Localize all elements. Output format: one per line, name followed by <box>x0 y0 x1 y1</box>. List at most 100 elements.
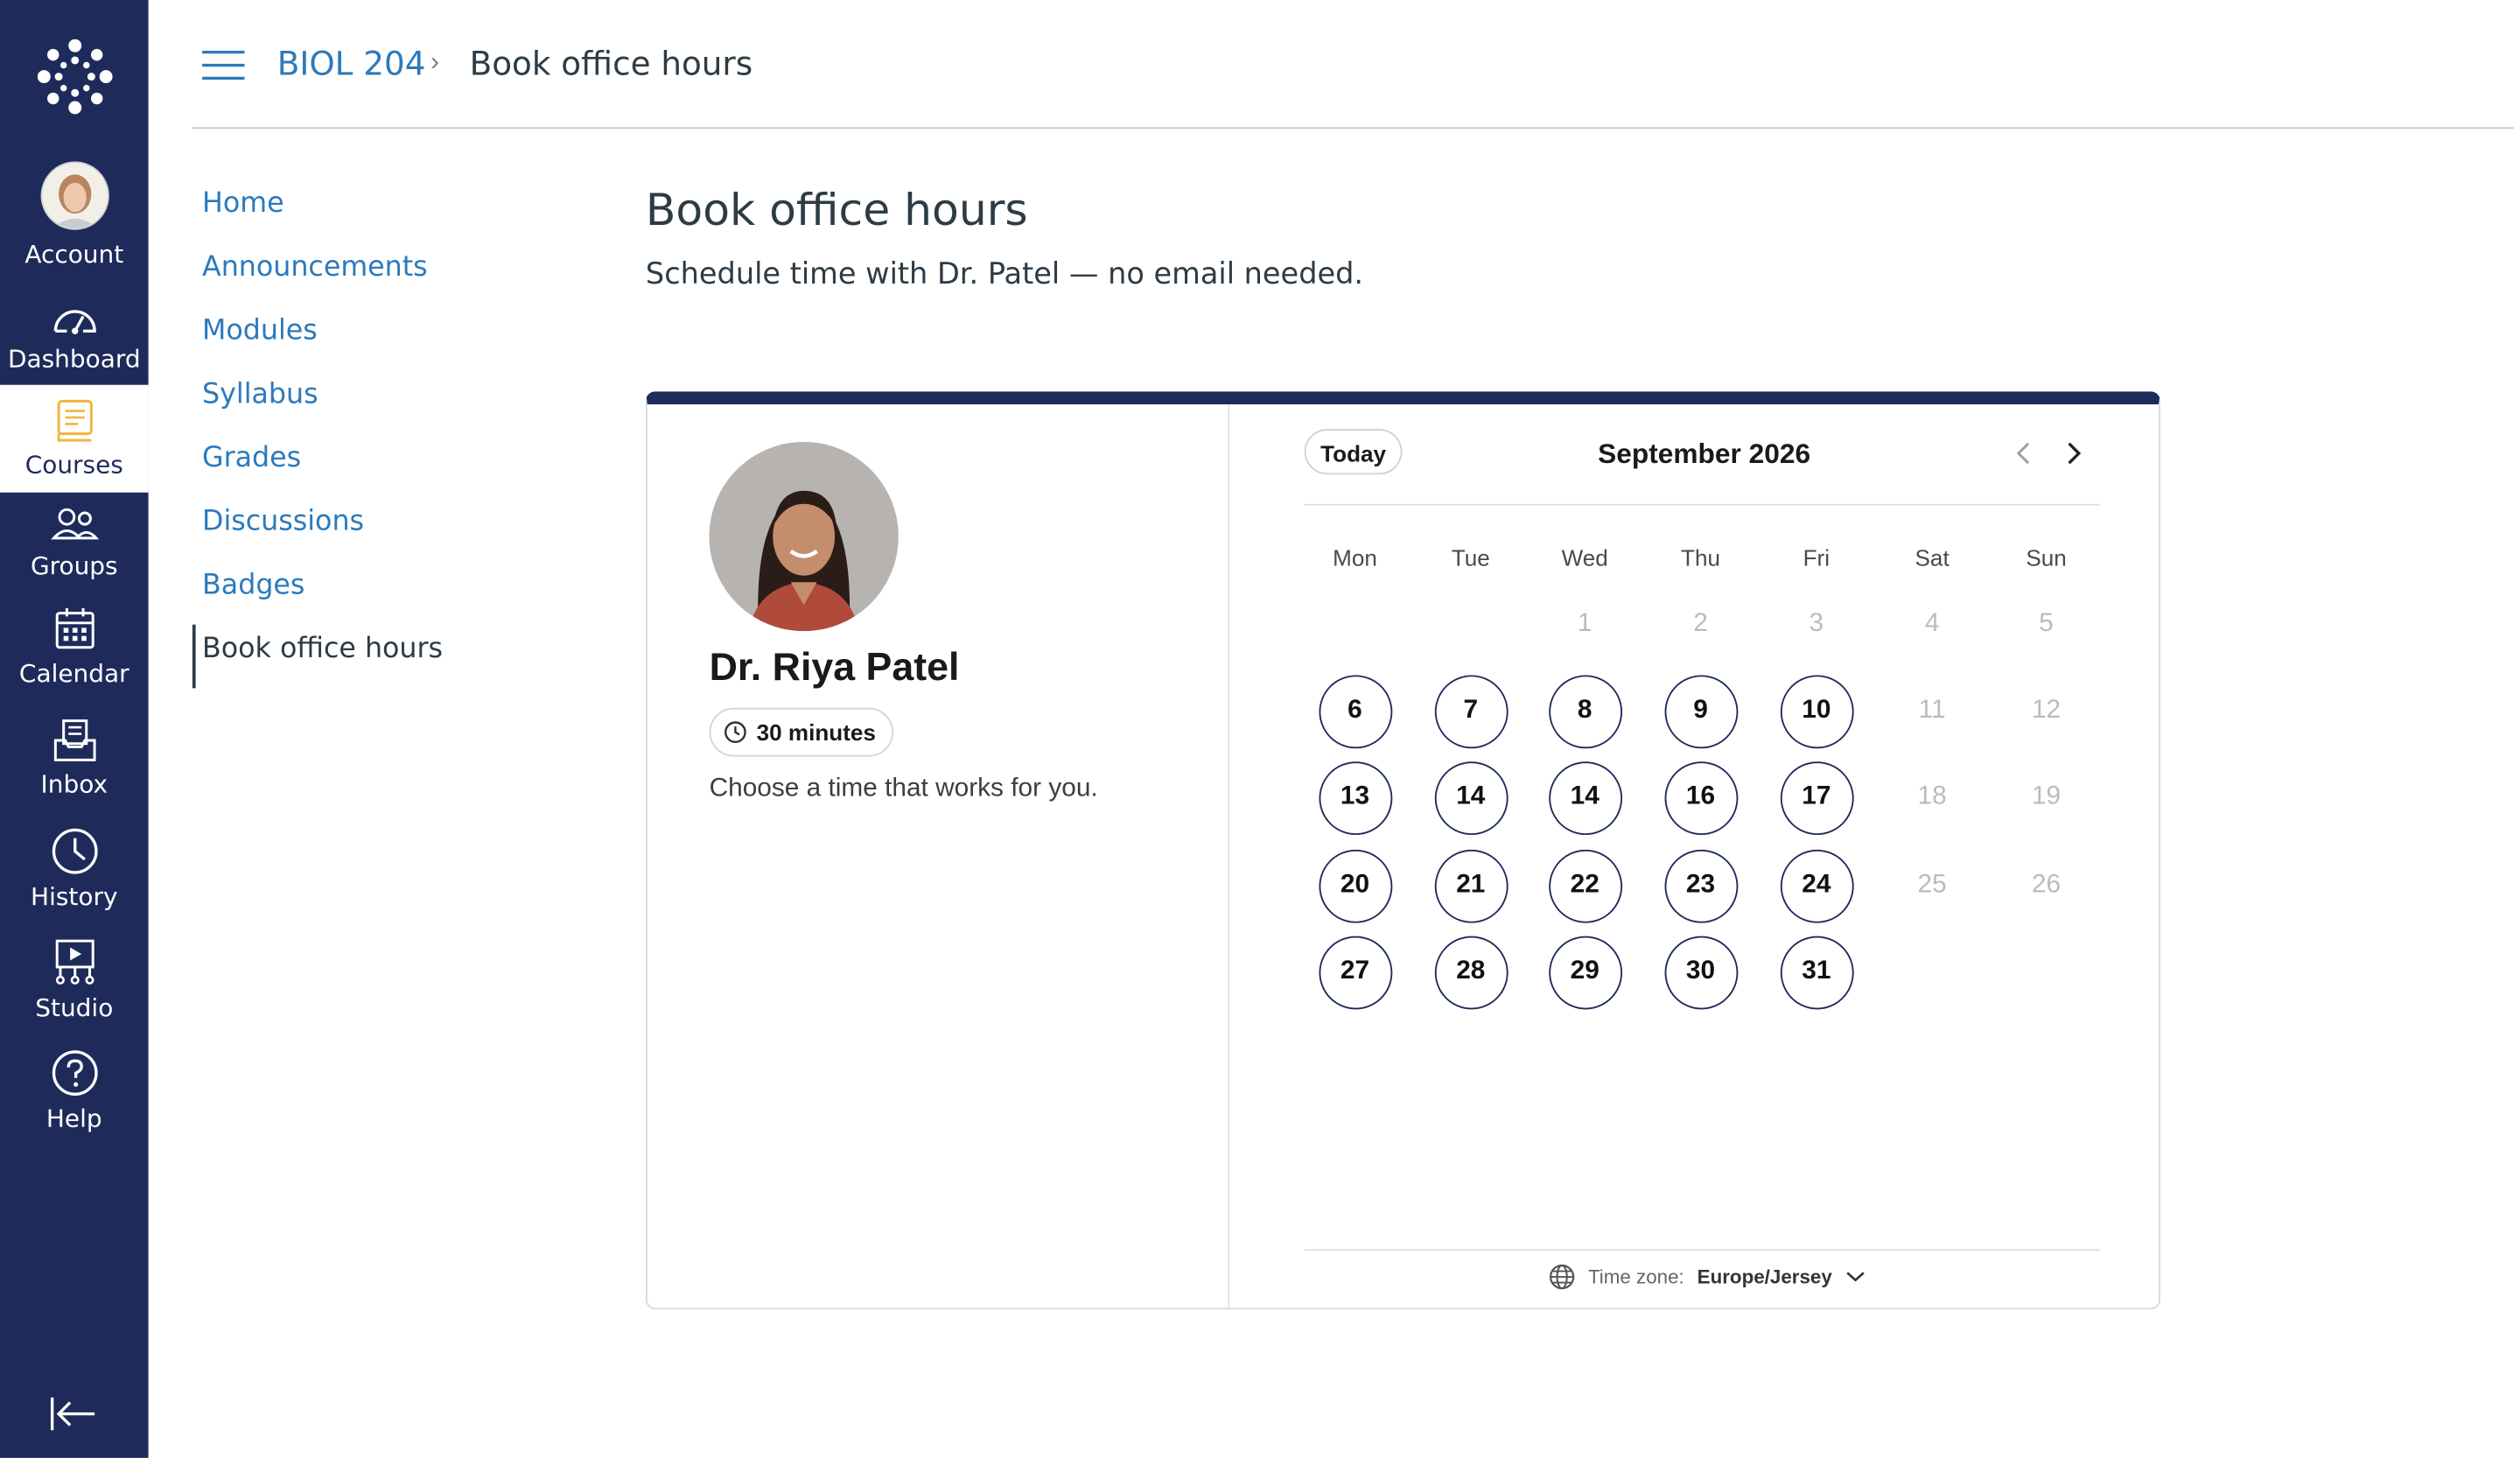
groups-icon <box>50 508 99 540</box>
calendar-day-available[interactable]: 14 <box>1548 761 1622 835</box>
calendar-day-available[interactable]: 28 <box>1433 935 1508 1009</box>
course-nav-announcements[interactable]: Announcements <box>192 243 519 307</box>
nav-studio[interactable]: Studio <box>0 937 149 1022</box>
courses-book-icon <box>56 399 92 442</box>
booking-widget: Dr. Riya Patel 30 minutes Choose a time … <box>645 391 2161 1310</box>
calendar-day-unavailable: 25 <box>1917 871 1947 899</box>
nav-courses-label: Courses <box>24 450 123 480</box>
nav-history[interactable]: History <box>0 827 149 912</box>
global-nav: Account Dashboard Courses Groups Calenda… <box>0 0 149 1458</box>
calendar-day-available[interactable]: 24 <box>1779 848 1853 922</box>
account-avatar <box>39 161 108 230</box>
nav-groups-label: Groups <box>30 550 118 581</box>
calendar-day-available[interactable]: 30 <box>1663 935 1738 1009</box>
calendar-day-unavailable: 3 <box>1809 609 1824 638</box>
calendar-day-available[interactable]: 8 <box>1548 674 1622 748</box>
calendar-day-available[interactable]: 6 <box>1318 674 1392 748</box>
course-header: BIOL 204 › Book office hours <box>192 0 2515 130</box>
help-question-icon <box>51 1050 97 1097</box>
host-instructions: Choose a time that works for you. <box>709 775 1098 803</box>
calendar-day-unavailable: 26 <box>2031 871 2062 899</box>
clock-icon <box>724 721 746 744</box>
calendar-day-unavailable: 19 <box>2031 782 2062 811</box>
inbox-icon <box>52 719 95 761</box>
calendar-divider <box>1304 503 2101 506</box>
nav-courses[interactable]: Courses <box>0 384 149 493</box>
calendar-day-available[interactable]: 9 <box>1663 674 1738 748</box>
nav-account[interactable]: Account <box>0 161 149 269</box>
timezone-label: Time zone: <box>1587 1265 1684 1289</box>
weekday-fri: Fri <box>1802 544 1830 571</box>
nav-dashboard-label: Dashboard <box>7 344 141 374</box>
duration-badge: 30 minutes <box>709 707 894 757</box>
calendar-day-available[interactable]: 23 <box>1663 848 1738 922</box>
course-nav-badges[interactable]: Badges <box>192 561 519 625</box>
calendar-day-available[interactable]: 7 <box>1433 674 1508 748</box>
timezone-selector[interactable]: Time zone: Europe/Jersey <box>1549 1264 1865 1290</box>
calendar-day-unavailable: 12 <box>2031 696 2062 725</box>
course-nav: Home Announcements Modules Syllabus Grad… <box>192 179 519 689</box>
nav-dashboard[interactable]: Dashboard <box>0 298 149 374</box>
canvas-logo-icon[interactable] <box>37 39 113 115</box>
page-subtitle: Schedule time with Dr. Patel — no email … <box>645 257 1364 292</box>
nav-account-label: Account <box>24 239 124 270</box>
calendar-day-available[interactable]: 17 <box>1779 761 1853 835</box>
breadcrumb-course-link[interactable]: BIOL 204 <box>277 44 426 83</box>
weekday-mon: Mon <box>1333 544 1377 571</box>
calendar-day-available[interactable]: 29 <box>1548 935 1622 1009</box>
host-name: Dr. Riya Patel <box>709 645 960 690</box>
calendar-day-available[interactable]: 21 <box>1433 848 1508 922</box>
today-button[interactable]: Today <box>1304 429 1403 475</box>
weekday-sat: Sat <box>1914 544 1950 571</box>
breadcrumb-separator: › <box>430 48 439 77</box>
chevron-down-icon <box>1845 1272 1865 1282</box>
nav-studio-label: Studio <box>35 992 114 1023</box>
nav-history-label: History <box>31 882 118 912</box>
course-nav-syllabus[interactable]: Syllabus <box>192 370 519 434</box>
dashboard-gauge-icon <box>52 310 95 334</box>
course-nav-modules[interactable]: Modules <box>192 306 519 370</box>
calendar-day-unavailable: 2 <box>1693 609 1708 638</box>
month-label: September 2026 <box>1598 438 1811 470</box>
history-clock-icon <box>51 828 97 874</box>
nav-help[interactable]: Help <box>0 1048 149 1133</box>
timezone-divider <box>1304 1249 2101 1251</box>
collapse-nav-icon[interactable] <box>49 1396 98 1432</box>
course-nav-book-office-hours[interactable]: Book office hours <box>192 624 519 689</box>
nav-calendar[interactable]: Calendar <box>0 606 149 688</box>
previous-month-icon[interactable] <box>2012 437 2034 469</box>
calendar-day-available[interactable]: 22 <box>1548 848 1622 922</box>
calendar-day-unavailable: 5 <box>2039 609 2054 638</box>
duration-label: 30 minutes <box>756 718 876 746</box>
nav-groups[interactable]: Groups <box>0 506 149 581</box>
calendar-icon <box>54 608 94 649</box>
calendar-day-available[interactable]: 31 <box>1779 935 1853 1009</box>
course-nav-grades[interactable]: Grades <box>192 434 519 498</box>
calendar-day-available[interactable]: 14 <box>1433 761 1508 835</box>
nav-inbox[interactable]: Inbox <box>0 718 149 799</box>
calendar-day-available[interactable]: 20 <box>1318 848 1392 922</box>
hamburger-menu-icon[interactable] <box>202 50 245 81</box>
nav-inbox-label: Inbox <box>40 769 108 800</box>
calendar-day-available[interactable]: 27 <box>1318 935 1392 1009</box>
weekday-tue: Tue <box>1451 544 1490 571</box>
nav-help-label: Help <box>46 1104 102 1134</box>
calendar-day-unavailable: 4 <box>1924 609 1940 638</box>
nav-calendar-label: Calendar <box>18 658 130 689</box>
host-photo <box>709 441 899 632</box>
calendar-day-available[interactable]: 13 <box>1318 761 1392 835</box>
studio-icon <box>54 939 94 985</box>
page-title: Book office hours <box>645 186 1028 237</box>
globe-icon <box>1549 1264 1575 1290</box>
breadcrumb-current-page: Book office hours <box>469 44 753 84</box>
calendar-day-unavailable: 18 <box>1917 782 1947 811</box>
date-picker: Today September 2026 Mon Tue Wed Thu Fri Sat S… <box>1304 404 2101 1307</box>
next-month-icon[interactable] <box>2062 437 2085 469</box>
calendar-day-available[interactable]: 16 <box>1663 761 1738 835</box>
calendar-day-available[interactable]: 10 <box>1779 674 1853 748</box>
host-panel: Dr. Riya Patel 30 minutes Choose a time … <box>648 404 1230 1308</box>
course-nav-home[interactable]: Home <box>192 179 519 243</box>
calendar-day-unavailable: 1 <box>1577 609 1592 638</box>
timezone-value: Europe/Jersey <box>1697 1265 1832 1289</box>
course-nav-discussions[interactable]: Discussions <box>192 497 519 561</box>
